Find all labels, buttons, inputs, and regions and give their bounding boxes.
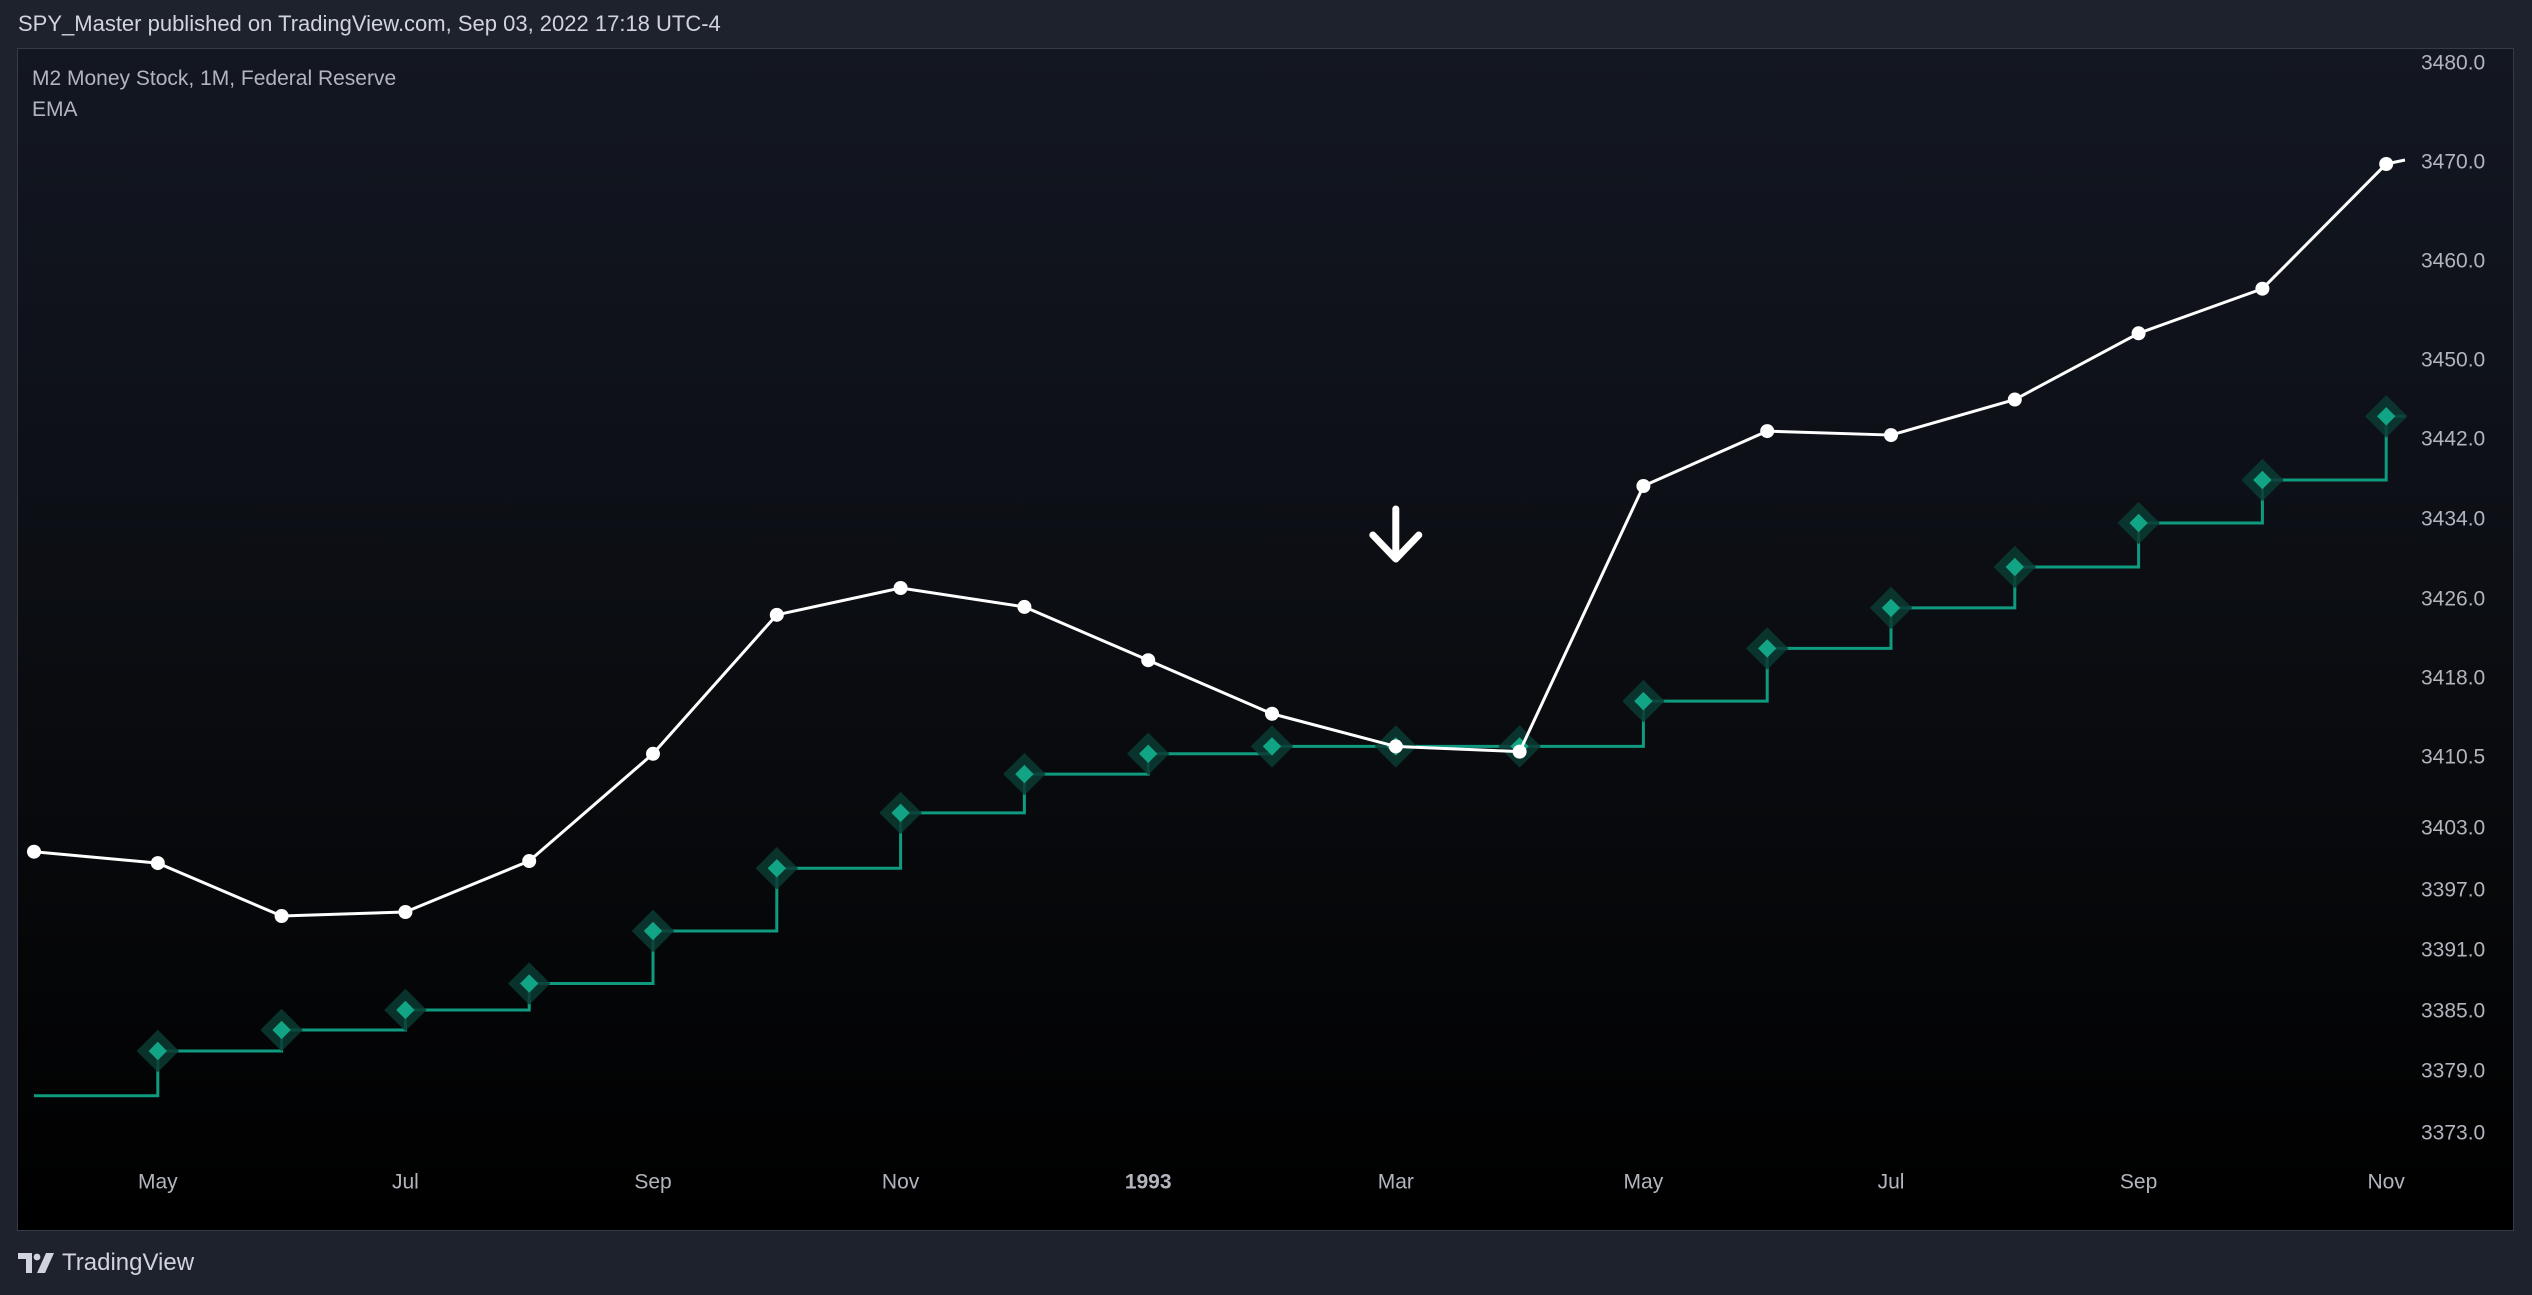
m2-point <box>274 909 289 923</box>
footer: TradingView <box>0 1231 2532 1295</box>
y-tick-label: 3418.0 <box>2421 667 2485 690</box>
ema-diamond-marker <box>2241 458 2284 502</box>
chart-canvas[interactable]: 3480.0 3470.0 3460.0 3450.0 3442.0 3434.0 3426… <box>18 49 2513 1230</box>
ema-diamond-marker <box>2117 501 2160 545</box>
y-tick-label: 3470.0 <box>2421 151 2485 174</box>
ema-diamond-marker <box>136 1029 180 1073</box>
ema-diamond-marker <box>755 847 799 890</box>
m2-point <box>769 607 784 622</box>
chart-area[interactable]: 3480.0 3470.0 3460.0 3450.0 3442.0 3434.0 3426… <box>17 48 2514 1231</box>
m2-point <box>1265 706 1279 721</box>
y-tick-label: 3460.0 <box>2421 250 2485 273</box>
page: SPY_Master published on TradingView.com,… <box>0 0 2532 1295</box>
y-tick-label: 3426.0 <box>2421 588 2485 611</box>
ema-step-line <box>34 414 2405 1098</box>
y-tick-label: 3373.0 <box>2421 1122 2485 1145</box>
m2-point <box>398 905 413 919</box>
m2-point <box>1388 739 1403 754</box>
m2-line <box>33 162 2388 918</box>
m2-point <box>1884 428 1898 443</box>
ema-diamond-marker <box>1622 679 1665 723</box>
y-tick-label: 3385.0 <box>2421 1000 2485 1023</box>
published-text: SPY_Master published on TradingView.com,… <box>18 11 721 36</box>
m2-point <box>27 844 41 859</box>
y-tick-label: 3403.0 <box>2421 817 2485 840</box>
y-tick-label: 3434.0 <box>2421 508 2485 531</box>
annotations <box>1369 505 1423 563</box>
x-tick-label: Sep <box>2120 1171 2157 1194</box>
x-tick-label: 1993 <box>1125 1171 1172 1194</box>
y-tick-label: 3442.0 <box>2421 428 2485 451</box>
y-axis[interactable]: 3480.0 3470.0 3460.0 3450.0 3442.0 3434.0 3426… <box>2421 52 2485 1145</box>
x-tick-label: Sep <box>634 1171 671 1194</box>
m2-point <box>2255 281 2270 296</box>
ema-diamond-marker <box>879 791 922 835</box>
tradingview-logo-icon[interactable] <box>18 1253 54 1273</box>
x-tick-label: May <box>138 1171 178 1194</box>
ema-diamond-marker <box>260 1008 303 1052</box>
x-tick-label: May <box>1624 1171 1664 1194</box>
legend-indicator-title[interactable]: EMA <box>32 94 396 125</box>
ema-diamond-marker <box>384 988 427 1032</box>
m2-point <box>893 581 908 595</box>
ema-diamond-marker <box>1745 627 1789 670</box>
ema-diamond-marker <box>1869 586 1913 630</box>
y-tick-label: 3480.0 <box>2421 52 2485 75</box>
m2-point <box>646 746 660 761</box>
ema-diamond-marker <box>631 909 675 953</box>
chart-legend[interactable]: M2 Money Stock, 1M, Federal Reserve EMA <box>32 63 396 125</box>
x-tick-label: Jul <box>392 1171 419 1194</box>
y-tick-label: 3450.0 <box>2421 349 2485 372</box>
ema-diamond-marker <box>1003 752 1046 796</box>
ema-diamond-marker <box>507 962 551 1005</box>
m2-point <box>150 856 165 871</box>
tradingview-brand[interactable]: TradingView <box>62 1249 194 1277</box>
published-header: SPY_Master published on TradingView.com,… <box>0 0 2532 48</box>
x-axis[interactable]: May Jul Sep Nov 1993 Mar May Jul Sep Nov <box>138 1171 2405 1194</box>
m2-point <box>1636 479 1651 493</box>
ema-diamond-marker <box>2364 395 2408 438</box>
m2-point <box>2007 392 2022 407</box>
m2-point <box>1017 599 1032 614</box>
x-tick-label: Nov <box>2368 1171 2406 1194</box>
m2-point <box>522 854 537 869</box>
m2-series <box>27 156 2406 923</box>
ema-diamond-marker <box>1126 732 1170 775</box>
y-tick-label: 3397.0 <box>2421 879 2485 902</box>
ema-series <box>34 395 2408 1098</box>
x-tick-label: Jul <box>1878 1171 1905 1194</box>
x-tick-label: Nov <box>882 1171 920 1194</box>
m2-point <box>1512 744 1527 759</box>
m2-point <box>1141 653 1156 668</box>
m2-point <box>2379 156 2394 171</box>
down-arrow-icon[interactable] <box>1369 505 1423 563</box>
y-tick-label: 3379.0 <box>2421 1060 2485 1083</box>
legend-series-title[interactable]: M2 Money Stock, 1M, Federal Reserve <box>32 63 396 94</box>
y-tick-label: 3391.0 <box>2421 939 2485 962</box>
ema-diamond-marker <box>1250 725 1294 768</box>
m2-point <box>2131 326 2146 341</box>
m2-point <box>1760 424 1775 439</box>
y-tick-label: 3410.5 <box>2421 746 2485 769</box>
ema-diamond-marker <box>1993 545 2037 589</box>
x-tick-label: Mar <box>1378 1171 1414 1194</box>
